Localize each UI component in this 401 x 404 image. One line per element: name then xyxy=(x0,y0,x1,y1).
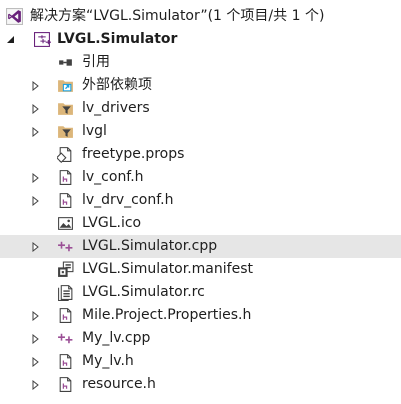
resource-file-icon xyxy=(57,284,74,301)
tree-item-lvgl-ico[interactable]: LVGL.ico xyxy=(0,212,401,235)
header-file-icon xyxy=(57,376,74,393)
expand-arrow-icon[interactable] xyxy=(28,235,42,258)
property-sheet-icon xyxy=(57,146,74,163)
header-file-icon xyxy=(57,169,74,186)
solution-row[interactable]: 解决方案“LVGL.Simulator”(1 个项目/共 1 个) xyxy=(0,5,401,28)
tree-item-lvgl[interactable]: lvgl xyxy=(0,120,401,143)
header-file-icon xyxy=(57,353,74,370)
filter-folder-icon xyxy=(57,100,74,117)
cpp-file-icon xyxy=(57,330,74,347)
tree-item-label: resource.h xyxy=(82,376,156,392)
expand-arrow-icon[interactable] xyxy=(28,74,42,97)
tree-item-my-lv-h[interactable]: My_lv.h xyxy=(0,350,401,373)
tree-item-label: lvgl xyxy=(82,123,107,139)
image-file-icon xyxy=(57,215,74,232)
expand-arrow-icon[interactable] xyxy=(28,166,42,189)
tree-item-label: 外部依赖项 xyxy=(82,77,152,93)
header-file-icon xyxy=(57,192,74,209)
manifest-file-icon xyxy=(57,261,74,278)
tree-item-item-1[interactable]: 外部依赖项 xyxy=(0,74,401,97)
tree-item-label: LVGL.Simulator.cpp xyxy=(82,238,218,254)
tree-item-item-0[interactable]: 引用 xyxy=(0,51,401,74)
expanded-arrow-icon[interactable] xyxy=(3,28,17,51)
solution-explorer-tree: 解决方案“LVGL.Simulator”(1 个项目/共 1 个) LVGL.S… xyxy=(0,5,401,396)
tree-item-label: LVGL.Simulator.rc xyxy=(82,284,205,300)
filter-folder-icon xyxy=(57,123,74,140)
tree-item-lv-conf-h[interactable]: lv_conf.h xyxy=(0,166,401,189)
expand-arrow-icon[interactable] xyxy=(28,327,42,350)
tree-item-label: Mile.Project.Properties.h xyxy=(82,307,252,323)
tree-item-my-lv-cpp[interactable]: My_lv.cpp xyxy=(0,327,401,350)
expand-arrow-icon[interactable] xyxy=(28,120,42,143)
cpp-project-icon xyxy=(34,31,51,48)
tree-item-freetype-props[interactable]: freetype.props xyxy=(0,143,401,166)
project-row[interactable]: LVGL.Simulator xyxy=(0,28,401,51)
tree-item-lvgl-simulator-rc[interactable]: LVGL.Simulator.rc xyxy=(0,281,401,304)
header-file-icon xyxy=(57,307,74,324)
tree-item-label: freetype.props xyxy=(82,146,185,162)
cpp-file-icon xyxy=(57,238,74,255)
expand-arrow-icon[interactable] xyxy=(28,97,42,120)
vs-solution-icon xyxy=(6,8,23,25)
tree-item-label: lv_drv_conf.h xyxy=(82,192,174,208)
project-label: LVGL.Simulator xyxy=(57,31,178,47)
tree-item-label: LVGL.Simulator.manifest xyxy=(82,261,253,277)
external-dependencies-icon xyxy=(57,77,74,94)
expand-arrow-icon[interactable] xyxy=(28,350,42,373)
tree-item-resource-h[interactable]: resource.h xyxy=(0,373,401,396)
tree-item-label: My_lv.cpp xyxy=(82,330,151,346)
tree-item-lvgl-simulator-cpp[interactable]: LVGL.Simulator.cpp xyxy=(0,235,401,258)
tree-item-lv-drv-conf-h[interactable]: lv_drv_conf.h xyxy=(0,189,401,212)
tree-item-label: My_lv.h xyxy=(82,353,134,369)
tree-item-lv-drivers[interactable]: lv_drivers xyxy=(0,97,401,120)
references-icon xyxy=(57,54,74,71)
tree-item-label: lv_conf.h xyxy=(82,169,144,185)
expand-arrow-icon[interactable] xyxy=(28,304,42,327)
tree-item-mile-project-properties-h[interactable]: Mile.Project.Properties.h xyxy=(0,304,401,327)
expand-arrow-icon[interactable] xyxy=(28,373,42,396)
tree-item-label: LVGL.ico xyxy=(82,215,142,231)
tree-item-label: lv_drivers xyxy=(82,100,150,116)
expand-arrow-icon[interactable] xyxy=(28,189,42,212)
solution-label: 解决方案“LVGL.Simulator”(1 个项目/共 1 个) xyxy=(30,8,325,24)
tree-item-label: 引用 xyxy=(82,54,110,70)
tree-item-lvgl-simulator-manifest[interactable]: LVGL.Simulator.manifest xyxy=(0,258,401,281)
